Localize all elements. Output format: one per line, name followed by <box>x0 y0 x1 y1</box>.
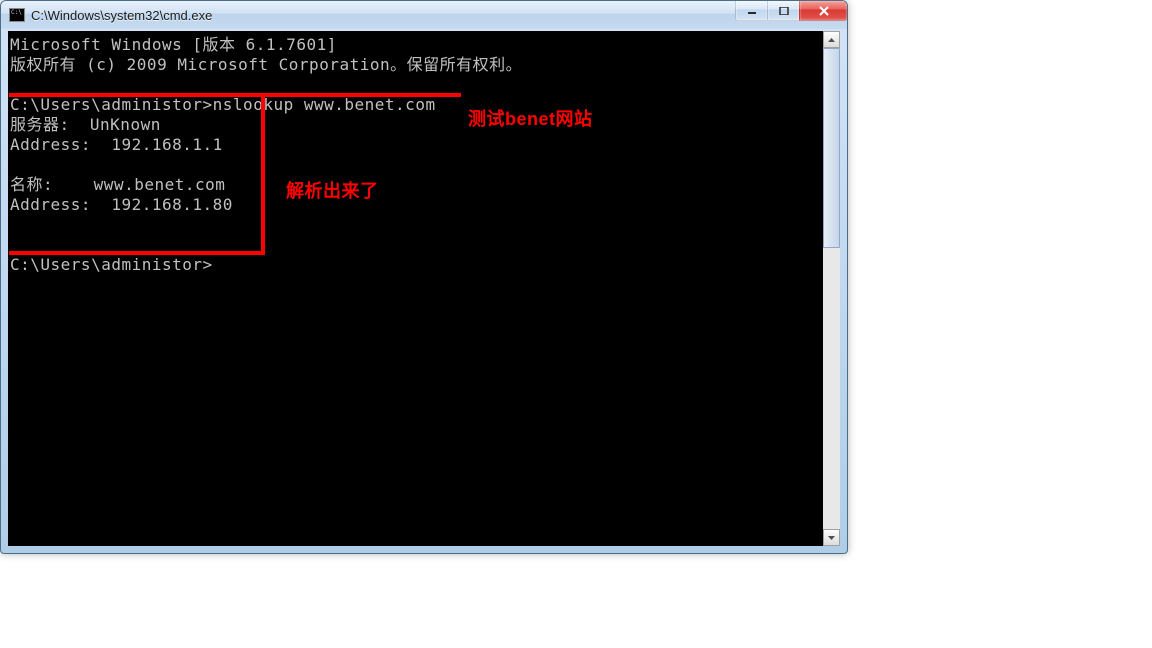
name-value: www.benet.com <box>94 175 226 194</box>
titlebar[interactable]: C:\Windows\system32\cmd.exe <box>1 1 847 29</box>
prompt-2-path: C:\Users\administor> <box>10 255 213 274</box>
header-line-1: Microsoft Windows [版本 6.1.7601] <box>10 35 337 54</box>
chevron-up-icon <box>828 38 835 42</box>
maximize-icon <box>779 7 789 15</box>
cmd-icon <box>9 8 25 22</box>
window-title: C:\Windows\system32\cmd.exe <box>31 8 212 23</box>
minimize-icon <box>747 7 757 15</box>
scroll-down-button[interactable] <box>823 529 840 546</box>
terminal-output[interactable]: Microsoft Windows [版本 6.1.7601] 版权所有 (c)… <box>8 31 823 546</box>
name-label: 名称: <box>10 175 53 194</box>
client-area: Microsoft Windows [版本 6.1.7601] 版权所有 (c)… <box>8 31 840 546</box>
vertical-scrollbar[interactable] <box>823 31 840 546</box>
scroll-up-button[interactable] <box>823 31 840 48</box>
chevron-down-icon <box>828 536 835 540</box>
server-address: 192.168.1.1 <box>111 135 222 154</box>
address-label-1: Address: <box>10 135 91 154</box>
window-controls <box>735 1 847 21</box>
annotation-label-1: 测试benet网站 <box>468 109 593 129</box>
result-address: 192.168.1.80 <box>111 195 233 214</box>
close-button[interactable] <box>799 1 847 21</box>
prompt-1-cmd: nslookup www.benet.com <box>213 95 436 114</box>
prompt-1-path: C:\Users\administor> <box>10 95 213 114</box>
cmd-window: C:\Windows\system32\cmd.exe Microsoft Wi… <box>0 0 848 554</box>
server-label: 服务器: <box>10 115 70 134</box>
close-icon <box>818 6 830 16</box>
server-value: UnKnown <box>90 115 161 134</box>
scroll-thumb[interactable] <box>823 48 840 248</box>
header-line-2: 版权所有 (c) 2009 Microsoft Corporation。保留所有… <box>10 55 522 74</box>
scroll-track[interactable] <box>823 48 840 529</box>
address-label-2: Address: <box>10 195 91 214</box>
annotation-label-2: 解析出来了 <box>286 181 379 201</box>
maximize-button[interactable] <box>767 1 799 21</box>
minimize-button[interactable] <box>735 1 767 21</box>
